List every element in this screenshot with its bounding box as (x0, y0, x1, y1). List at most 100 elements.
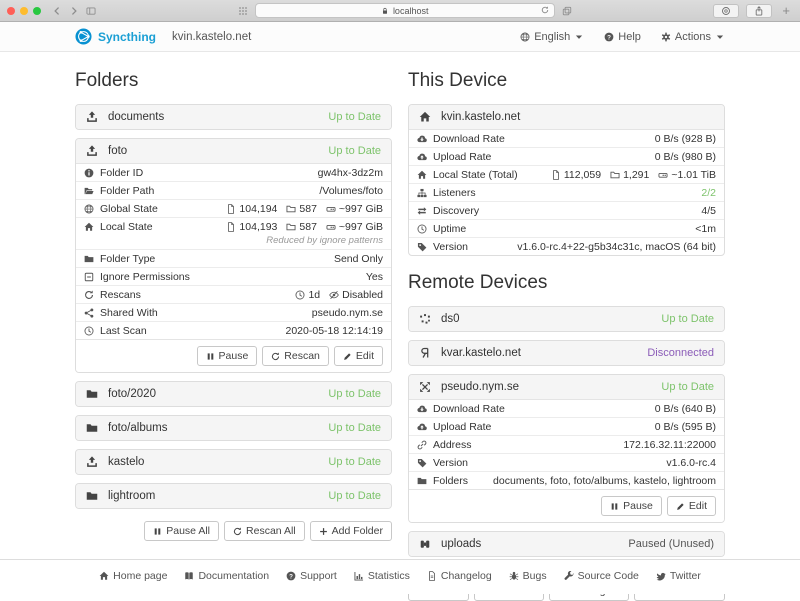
tab-groups-icon[interactable] (238, 6, 248, 16)
rescan-button[interactable]: Rescan (262, 346, 329, 366)
sidebar-toggle-button[interactable] (86, 6, 96, 16)
footer-link-changelog[interactable]: Changelog (427, 570, 492, 582)
device-row-pseudo-nym-se[interactable]: pseudo.nym.seUp to Date (409, 375, 724, 399)
globe-icon (520, 32, 530, 42)
detail-value: 4/5 (701, 205, 716, 217)
folder-open-icon (84, 186, 94, 196)
folder-row-lightroom[interactable]: lightroom Up to Date (76, 484, 391, 508)
folder-panel-foto: fotoUp to Date Folder ID gw4hx-3dz2m Fol… (75, 138, 392, 373)
remote-devices-title: Remote Devices (408, 272, 725, 294)
folder-status: Up to Date (328, 388, 381, 400)
detail-row-listeners: Listeners 2/2 (409, 183, 724, 201)
edit-button[interactable]: Edit (334, 346, 383, 366)
folder-panel-lightroom: lightroom Up to Date (75, 483, 392, 509)
folder-panel-foto-albums: foto/albums Up to Date (75, 415, 392, 441)
folder-status: Up to Date (328, 456, 381, 468)
link-icon (417, 440, 427, 450)
relay-icon (419, 347, 431, 359)
detail-row-version: Version v1.6.0-rc.4+22-g5b34c31c, macOS … (409, 237, 724, 255)
window-controls[interactable] (7, 7, 41, 15)
menu-label: Actions (675, 31, 711, 43)
detail-row-folder-path: Folder Path /Volumes/foto (76, 181, 391, 199)
folder-status: Up to Date (328, 490, 381, 502)
rescan-all-button[interactable]: Rescan All (224, 521, 305, 541)
detail-value: 172.16.32.11:22000 (623, 439, 716, 451)
detail-value: pseudo.nym.se (312, 307, 383, 319)
detail-value: gw4hx-3dz2m (318, 167, 383, 179)
home-icon (419, 111, 431, 123)
extensions-button[interactable] (713, 4, 739, 18)
navbar-menu-help[interactable]: Help (604, 31, 641, 43)
hdd-icon (326, 222, 336, 232)
folder-row-foto-2020[interactable]: foto/2020Up to Date (76, 382, 391, 406)
forward-button[interactable] (69, 6, 79, 16)
footer-link-statistics[interactable]: Statistics (354, 570, 410, 582)
value-part: ~1.01 TiB (658, 169, 716, 181)
eye-slash-icon (329, 290, 339, 300)
detail-label: Version (433, 241, 468, 253)
device-name: pseudo.nym.se (441, 381, 651, 393)
folder-status: Up to Date (328, 422, 381, 434)
footer-link-source-code[interactable]: Source Code (564, 570, 639, 582)
detail-row-ignore-permissions: Ignore Permissions Yes (76, 267, 391, 285)
devices-column: This Device kvin.kastelo.net Download Ra… (408, 52, 725, 601)
minus-square-icon (84, 272, 94, 282)
device-row-uploads[interactable]: uploadsPaused (Unused) (409, 532, 724, 556)
footer-link-home-page[interactable]: Home page (99, 570, 167, 582)
navbar-menu-english[interactable]: English (520, 31, 584, 43)
footer-link-documentation[interactable]: Documentation (184, 570, 269, 582)
folder-name: foto (108, 145, 318, 157)
detail-row-version: Version v1.6.0-rc.4 (409, 453, 724, 471)
chart-icon (354, 571, 364, 581)
close-window-button[interactable] (7, 7, 15, 15)
pause-button[interactable]: Pause (601, 496, 662, 516)
folder-panel-documents: documentsUp to Date (75, 104, 392, 130)
detail-label: Local State (Total) (433, 169, 518, 181)
detail-value: 112,0591,291~1.01 TiB (542, 169, 716, 181)
detail-label: Folder Path (100, 185, 154, 197)
footer-link-support[interactable]: Support (286, 570, 337, 582)
folder-row-documents[interactable]: documentsUp to Date (76, 105, 391, 129)
back-button[interactable] (52, 6, 62, 16)
detail-row-upload-rate: Upload Rate 0 B/s (595 B) (409, 417, 724, 435)
footer-link-bugs[interactable]: Bugs (509, 570, 547, 582)
add-folder-button[interactable]: Add Folder (310, 521, 392, 541)
footer-link-twitter[interactable]: Twitter (656, 570, 701, 582)
folder-row-foto-albums[interactable]: foto/albums Up to Date (76, 416, 391, 440)
zoom-window-button[interactable] (33, 7, 41, 15)
folder-status: Up to Date (328, 145, 381, 157)
file-text-icon (427, 571, 437, 581)
device-details: Download Rate 0 B/s (640 B) Upload Rate … (409, 399, 724, 489)
folders-title: Folders (75, 70, 392, 92)
address-bar[interactable]: localhost (255, 3, 555, 18)
device-row-ds0[interactable]: ds0Up to Date (409, 307, 724, 331)
home-icon (99, 571, 109, 581)
pause-all-button[interactable]: Pause All (144, 521, 219, 541)
file-icon (226, 204, 236, 214)
minimize-window-button[interactable] (20, 7, 28, 15)
device-panel-pseudo-nym-se: pseudo.nym.seUp to Date Download Rate 0 … (408, 374, 725, 523)
detail-label: Download Rate (433, 133, 505, 145)
folder-row-kastelo[interactable]: kasteloUp to Date (76, 450, 391, 474)
pencil-icon (676, 502, 685, 511)
cloud-down-icon (417, 134, 427, 144)
reload-button[interactable] (541, 6, 549, 16)
navbar-menu-actions[interactable]: Actions (661, 31, 725, 43)
edit-button[interactable]: Edit (667, 496, 716, 516)
this-device-row[interactable]: kvin.kastelo.net (409, 105, 724, 129)
syncthing-brand[interactable]: Syncthing (75, 28, 156, 45)
device-row-kvar-kastelo-net[interactable]: kvar.kastelo.netDisconnected (409, 341, 724, 365)
folder-icon (417, 476, 427, 486)
device-panel-ds0: ds0Up to Date (408, 306, 725, 332)
folder-name: lightroom (108, 490, 318, 502)
pause-button[interactable]: Pause (197, 346, 258, 366)
exchange-icon (417, 206, 427, 216)
share-icon (84, 308, 94, 318)
new-tab-button[interactable]: + (779, 3, 793, 18)
folder-name: foto/albums (108, 422, 318, 434)
tab-overview-button[interactable] (562, 6, 572, 16)
folder-row-foto[interactable]: foto Up to Date (76, 139, 391, 163)
panel-actions: PauseEdit (409, 489, 724, 522)
refresh-icon (84, 290, 94, 300)
share-button[interactable] (746, 4, 772, 18)
